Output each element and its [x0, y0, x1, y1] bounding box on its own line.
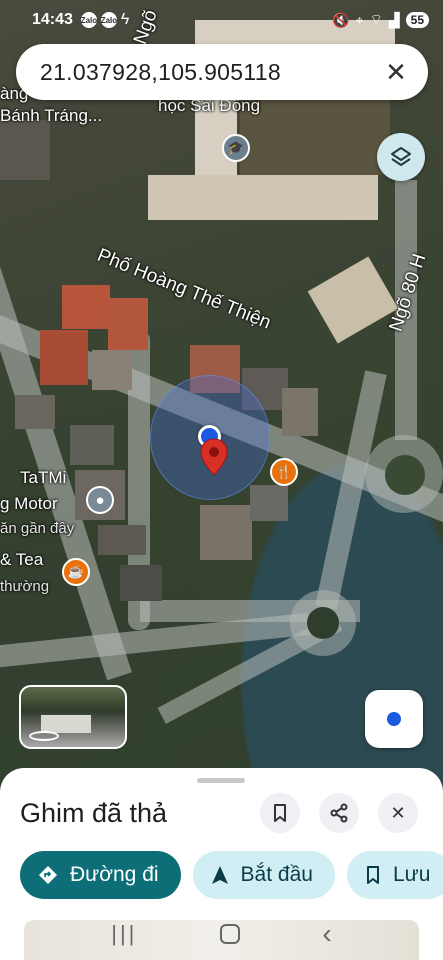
house: [0, 120, 50, 180]
zalo-icon: Zalo: [81, 12, 97, 28]
location-status-icon: ⌖: [355, 11, 364, 28]
status-time: 14:43: [32, 11, 73, 28]
street-label-ngo-80: Ngõ 80 H: [385, 251, 431, 335]
save-button[interactable]: Lưu: [346, 851, 443, 899]
house: [70, 425, 114, 465]
house: [108, 298, 148, 350]
house: [98, 525, 146, 555]
mute-icon: 🔇: [332, 11, 350, 28]
house: [40, 330, 88, 385]
search-bar[interactable]: 21.037928,105.905118 ✕: [16, 44, 428, 100]
status-bar: 14:43 Zalo Zalo ϟ 🔇 ⌖ ⌔ ▟ 55: [0, 0, 443, 40]
navigation-arrow-icon: [211, 866, 228, 884]
house: [15, 395, 55, 429]
recent-apps-button[interactable]: |||: [111, 921, 137, 947]
directions-label: Đường đi: [70, 863, 159, 886]
bookmark-icon: [366, 866, 379, 884]
messenger-icon: ϟ: [120, 11, 130, 28]
house: [92, 350, 132, 390]
house: [250, 485, 288, 521]
layers-icon: [391, 147, 411, 166]
map-label-motor: g Motor: [0, 494, 58, 513]
save-label: Lưu: [392, 863, 431, 886]
house: [120, 565, 162, 601]
start-button[interactable]: Bắt đầu: [192, 851, 335, 899]
directions-icon: [39, 866, 57, 884]
school-building-right: [307, 256, 399, 344]
street-view-thumbnail[interactable]: [19, 685, 127, 749]
cafe-icon[interactable]: ☕: [62, 558, 90, 586]
house: [200, 505, 252, 560]
roundabout-bottom-center: [307, 607, 339, 639]
home-button[interactable]: [219, 924, 240, 944]
directions-button[interactable]: Đường đi: [20, 851, 181, 899]
wifi-icon: ⌔: [369, 11, 383, 27]
share-button[interactable]: [319, 793, 359, 833]
restaurant-icon[interactable]: 🍴: [270, 458, 298, 486]
place-pin-icon[interactable]: ●: [86, 486, 114, 514]
map-label-banh-trang: Bánh Tráng...: [0, 106, 103, 125]
360-icon: [29, 731, 59, 741]
notification-icons: Zalo Zalo ϟ: [81, 11, 129, 29]
school-building-base: [148, 175, 378, 220]
save-bookmark-button[interactable]: [260, 793, 300, 833]
zalo-icon: Zalo: [101, 12, 117, 28]
back-button[interactable]: ‹: [322, 918, 331, 950]
dropped-pin-icon[interactable]: [200, 438, 228, 476]
system-nav-bar: ||| ‹: [0, 908, 443, 960]
roundabout-right-center: [385, 455, 425, 495]
sheet-title: Ghim đã thả: [20, 798, 168, 828]
close-icon: ✕: [390, 802, 406, 823]
start-label: Bắt đầu: [240, 863, 313, 886]
map-view[interactable]: Ngõ àng Bánh Tráng... học Sài Đồng 🎓 Phố…: [0, 0, 443, 800]
share-icon: [330, 803, 348, 823]
map-label-motor-sub: ăn gần đây: [0, 520, 75, 537]
sheet-drag-handle[interactable]: [197, 778, 245, 783]
battery-indicator: 55: [405, 12, 429, 28]
map-label-tea-sub: thường: [0, 578, 50, 595]
signal-icon: ▟: [388, 11, 400, 28]
close-sheet-button[interactable]: ✕: [378, 793, 418, 833]
map-label-tatmi: TaTMi: [20, 468, 67, 487]
house: [62, 285, 110, 329]
bookmark-icon: [274, 804, 286, 822]
action-buttons: Đường đi Bắt đầu Lưu: [20, 851, 443, 899]
house: [282, 388, 318, 436]
school-icon[interactable]: 🎓: [222, 134, 250, 162]
my-location-button[interactable]: [365, 690, 423, 748]
system-status: 🔇 ⌖ ⌔ ▟ 55: [332, 11, 429, 29]
close-icon[interactable]: ✕: [382, 57, 410, 87]
layers-button[interactable]: [377, 133, 425, 181]
search-input[interactable]: 21.037928,105.905118: [40, 59, 382, 86]
my-location-icon: [387, 712, 401, 726]
map-label-tea: & Tea: [0, 550, 44, 569]
